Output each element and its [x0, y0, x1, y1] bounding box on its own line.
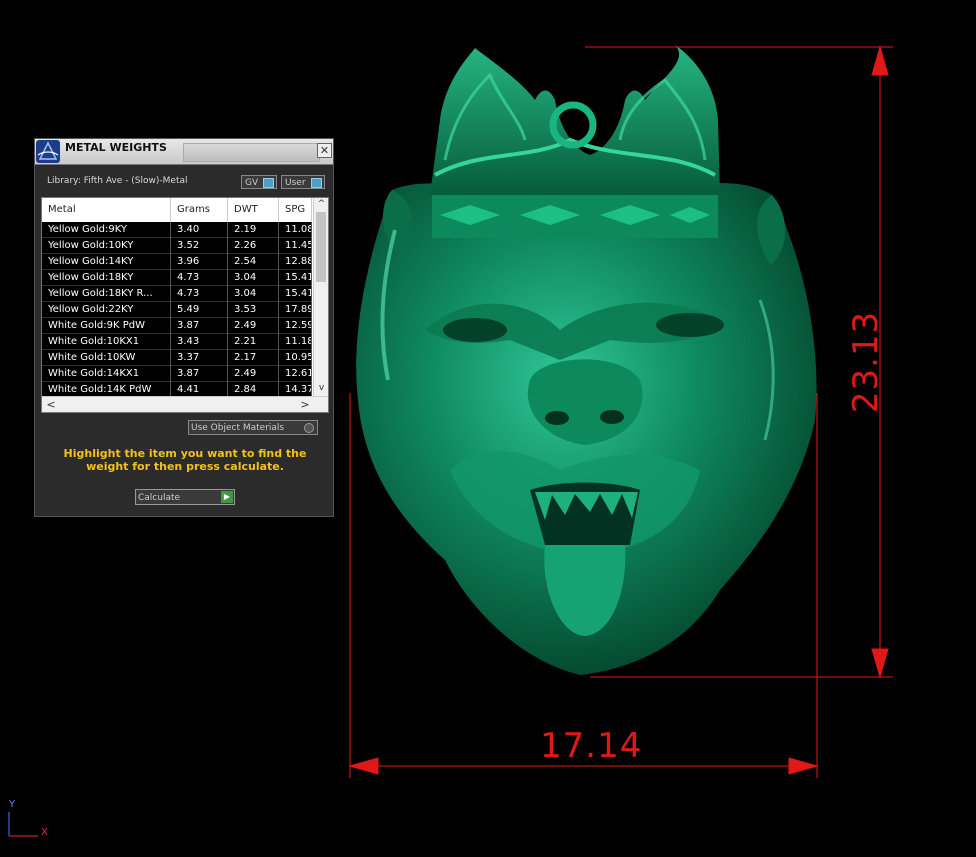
dwt-cell: 2.26 — [228, 238, 279, 254]
dwt-cell: 2.21 — [228, 334, 279, 350]
table-row[interactable]: White Gold:9K PdW 3.87 2.49 12.59 — [42, 318, 312, 334]
metal-cell: White Gold:14KX1 — [42, 366, 171, 382]
toggle-knob-icon — [263, 178, 274, 188]
grams-cell: 3.87 — [171, 366, 228, 382]
metal-cell: White Gold:9K PdW — [42, 318, 171, 334]
use-object-materials-label: Use Object Materials — [191, 423, 285, 433]
axis-x-label: X — [41, 827, 48, 838]
dwt-cell: 2.19 — [228, 222, 279, 238]
toggle-knob-icon — [311, 178, 322, 188]
use-object-materials-toggle[interactable]: Use Object Materials — [188, 420, 318, 435]
metal-cell: Yellow Gold:18KY — [42, 270, 171, 286]
spg-cell: 11.08 — [279, 222, 312, 238]
metal-cell: White Gold:10KW — [42, 350, 171, 366]
table-row[interactable]: White Gold:14KX1 3.87 2.49 12.61 — [42, 366, 312, 382]
user-toggle[interactable]: User — [281, 175, 325, 189]
column-header-dwt[interactable]: DWT — [228, 198, 279, 222]
dwt-cell: 2.49 — [228, 366, 279, 382]
metal-cell: Yellow Gold:10KY — [42, 238, 171, 254]
scroll-left-icon[interactable]: < — [44, 397, 58, 412]
column-header-grams[interactable]: Grams — [171, 198, 228, 222]
table-row[interactable]: White Gold:10KW 3.37 2.17 10.95 — [42, 350, 312, 366]
panel-titlebar[interactable]: METAL WEIGHTS ✕ — [35, 139, 333, 165]
metal-cell: Yellow Gold:9KY — [42, 222, 171, 238]
grams-cell: 4.73 — [171, 270, 228, 286]
table-row[interactable]: Yellow Gold:18KY R... 4.73 3.04 15.41 — [42, 286, 312, 302]
dwt-cell: 3.04 — [228, 270, 279, 286]
column-header-spg[interactable]: SPG — [279, 198, 312, 222]
gv-toggle-label: GV — [245, 178, 259, 188]
pendant-model[interactable] — [356, 45, 817, 675]
right-eye-shape — [656, 313, 724, 337]
left-eye-shape — [443, 318, 507, 342]
scroll-up-icon[interactable]: ^ — [314, 198, 328, 210]
right-nostril-shape — [600, 410, 624, 424]
instruction-text: Highlight the item you want to find the … — [63, 447, 307, 473]
dimension-height-label: 23.13 — [846, 310, 886, 414]
grams-cell: 3.87 — [171, 318, 228, 334]
horizontal-scrollbar[interactable]: < > — [42, 396, 328, 412]
dwt-cell: 2.17 — [228, 350, 279, 366]
metal-table: Metal Grams DWT SPG Yellow Gold:9KY 3.40 2… — [41, 197, 329, 413]
grams-cell: 3.43 — [171, 334, 228, 350]
left-nostril-shape — [545, 411, 569, 425]
metal-cell: Yellow Gold:18KY R... — [42, 286, 171, 302]
panel-title: METAL WEIGHTS — [65, 141, 167, 154]
play-arrow-icon: ▶ — [221, 491, 233, 503]
column-header-metal[interactable]: Metal — [42, 198, 171, 222]
gv-toggle[interactable]: GV — [241, 175, 277, 189]
metal-cell: Yellow Gold:14KY — [42, 254, 171, 270]
table-row[interactable]: Yellow Gold:14KY 3.96 2.54 12.88 — [42, 254, 312, 270]
user-toggle-label: User — [285, 178, 306, 188]
spg-cell: 12.88 — [279, 254, 312, 270]
table-header: Metal Grams DWT SPG — [42, 198, 312, 222]
radio-icon — [304, 423, 314, 433]
library-label: Library: Fifth Ave - (Slow)-Metal — [47, 176, 188, 186]
dimension-width-label: 17.14 — [540, 726, 643, 766]
spg-cell: 17.89 — [279, 302, 312, 318]
dwt-cell: 2.54 — [228, 254, 279, 270]
metal-cell: Yellow Gold:22KY — [42, 302, 171, 318]
vertical-scrollbar[interactable]: ^ v — [313, 198, 328, 396]
axis-y-label: Y — [9, 799, 16, 810]
dwt-cell: 2.49 — [228, 318, 279, 334]
close-button[interactable]: ✕ — [317, 143, 332, 158]
metal-weights-panel: METAL WEIGHTS ✕ Library: Fifth Ave - (Sl… — [34, 138, 334, 517]
table-body: Yellow Gold:9KY 3.40 2.19 11.08 Yellow Gold… — [42, 222, 312, 398]
spg-cell: 12.61 — [279, 366, 312, 382]
grams-cell: 5.49 — [171, 302, 228, 318]
spg-cell: 15.41 — [279, 270, 312, 286]
app-logo-icon — [36, 140, 60, 163]
calculate-button-label: Calculate — [138, 493, 181, 503]
axis-indicator — [8, 812, 38, 837]
table-row[interactable]: Yellow Gold:9KY 3.40 2.19 11.08 — [42, 222, 312, 238]
grams-cell: 3.40 — [171, 222, 228, 238]
dwt-cell: 3.04 — [228, 286, 279, 302]
crown-shape — [430, 45, 720, 238]
titlebar-strip — [183, 143, 320, 162]
grams-cell: 3.37 — [171, 350, 228, 366]
dwt-cell: 3.53 — [228, 302, 279, 318]
table-row[interactable]: White Gold:10KX1 3.43 2.21 11.18 — [42, 334, 312, 350]
grams-cell: 3.96 — [171, 254, 228, 270]
spg-cell: 12.59 — [279, 318, 312, 334]
spg-cell: 11.45 — [279, 238, 312, 254]
spg-cell: 11.18 — [279, 334, 312, 350]
table-row[interactable]: Yellow Gold:10KY 3.52 2.26 11.45 — [42, 238, 312, 254]
grams-cell: 4.73 — [171, 286, 228, 302]
table-row[interactable]: Yellow Gold:22KY 5.49 3.53 17.89 — [42, 302, 312, 318]
scroll-down-icon[interactable]: v — [314, 382, 328, 394]
scroll-right-icon[interactable]: > — [298, 397, 312, 412]
spg-cell: 15.41 — [279, 286, 312, 302]
table-row[interactable]: Yellow Gold:18KY 4.73 3.04 15.41 — [42, 270, 312, 286]
metal-cell: White Gold:10KX1 — [42, 334, 171, 350]
calculate-button[interactable]: Calculate ▶ — [135, 489, 235, 505]
scrollbar-thumb[interactable] — [316, 212, 326, 282]
spg-cell: 10.95 — [279, 350, 312, 366]
grams-cell: 3.52 — [171, 238, 228, 254]
